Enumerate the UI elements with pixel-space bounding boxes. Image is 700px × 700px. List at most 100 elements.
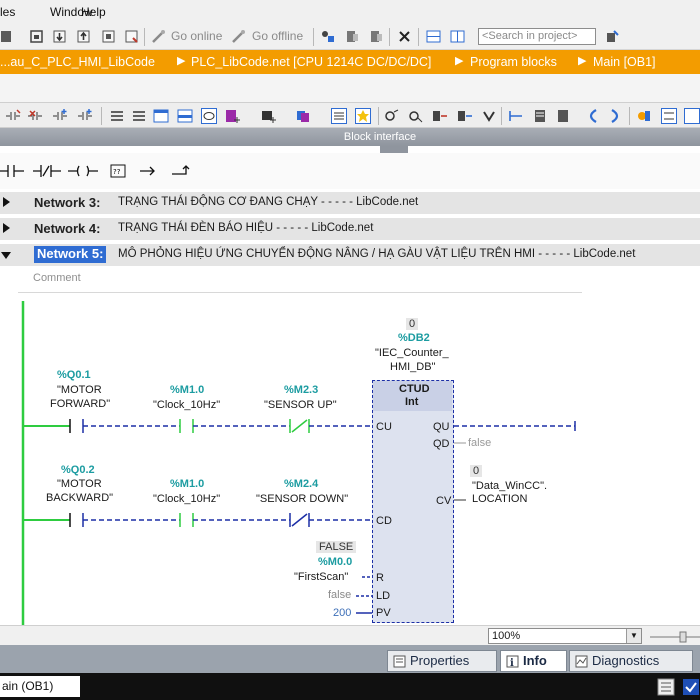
search-input[interactable]: <Search in project> [478,28,596,45]
cv-operand[interactable]: "Data_WinCC". [472,480,547,493]
go-offline-icon[interactable] [231,29,246,44]
network-icon[interactable] [131,108,147,124]
network-3-title: Network 3: [34,195,101,210]
reset-operand[interactable]: "FirstScan" [294,571,348,584]
show-favorites-icon[interactable] [296,108,312,124]
toolbar-separator [101,107,102,125]
chevron-down-icon[interactable]: ▼ [626,629,641,643]
menu-item-help[interactable]: Help [81,5,106,19]
expand-icon[interactable] [3,197,10,207]
empty-box-icon[interactable]: ?? [107,164,129,178]
go-online-button[interactable]: Go online [171,29,222,43]
contact-operand[interactable]: "SENSOR DOWN" [256,493,348,506]
instance-name[interactable]: HMI_DB" [390,361,435,374]
jump-icon[interactable] [331,108,347,124]
contact-operand[interactable]: "MOTOR [57,384,102,397]
close-branch-icon[interactable] [170,164,192,178]
network-comment[interactable]: Comment [33,272,81,284]
breadcrumb-program-blocks[interactable]: Program blocks [470,55,557,69]
go-online-icon[interactable] [151,29,166,44]
load-value[interactable]: false [328,589,351,602]
normally-open-contact-icon[interactable] [0,164,26,178]
bookmark-icon[interactable] [355,108,371,124]
open-all-networks-icon[interactable] [153,108,169,124]
tab-info[interactable]: i Info [500,650,567,672]
normally-closed-contact-icon[interactable] [33,164,63,178]
list-icon[interactable] [109,108,125,124]
contact-operand[interactable]: BACKWARD" [46,492,113,505]
split-vertical-icon[interactable] [450,29,465,44]
go-offline-button[interactable]: Go offline [252,29,303,43]
counter-block[interactable]: CTUD Int CU CD R LD PV QU QD CV [372,380,454,623]
comment-icon[interactable] [201,108,217,124]
update-call-icon[interactable] [555,108,571,124]
network-5-description: MÔ PHỎNG HIỆU ỨNG CHUYỂN ĐỘNG NÂNG / HẠ … [118,248,636,260]
pin-cu: CU [376,421,392,433]
monitor-value-icon[interactable] [408,108,424,124]
compile-icon[interactable] [101,29,116,44]
contact-address: %M1.0 [170,384,205,396]
breadcrumb-main-ob1[interactable]: Main [OB1] [593,55,656,69]
breadcrumb-project[interactable]: ...au_C_PLC_HMI_LibCode [0,55,155,69]
insert-row-icon[interactable] [52,108,68,124]
instance-name[interactable]: "IEC_Counter_ [375,347,449,360]
tab-label: Info [523,653,547,668]
start-cpu-icon[interactable] [369,29,384,44]
modify-value-icon[interactable] [432,108,448,124]
open-branch-icon[interactable] [138,164,160,178]
settings-icon[interactable] [636,108,652,124]
network-4-header[interactable]: Network 4: TRẠNG THÁI ĐÈN BÁO HIỆU - - -… [0,218,700,240]
next-error-icon[interactable] [608,108,624,124]
more-icon[interactable] [684,108,700,124]
check-icon[interactable] [682,678,700,696]
overview-icon[interactable] [657,678,675,696]
tab-properties[interactable]: Properties [387,650,497,672]
breadcrumb-device[interactable]: PLC_LibCode.net [CPU 1214C DC/DC/DC] [191,55,431,69]
start-simulation-icon[interactable] [345,29,360,44]
expand-icon[interactable] [3,223,10,233]
tab-label: Properties [410,653,470,668]
tab-diagnostics[interactable]: Diagnostics [569,650,693,672]
instruction-icon[interactable] [532,108,548,124]
previous-error-icon[interactable] [584,108,600,124]
cv-operand[interactable]: LOCATION [472,493,527,506]
contact-operand[interactable]: "Clock_10Hz" [153,399,220,412]
download-icon[interactable] [52,29,67,44]
upload-icon[interactable] [76,29,91,44]
collapse-icon[interactable] [1,252,11,259]
contact-operand[interactable]: "Clock_10Hz" [153,493,220,506]
delete-network-icon[interactable] [27,108,43,124]
close-all-networks-icon[interactable] [177,108,193,124]
comment-divider [18,292,582,293]
close-x-icon[interactable] [397,29,412,44]
preset-value[interactable]: 200 [333,607,351,620]
network-5-header[interactable]: Network 5: MÔ PHỎNG HIỆU ỨNG CHUYỂN ĐỘNG… [0,244,700,266]
contact-operand[interactable]: "SENSOR UP" [264,399,337,412]
ladder-view-icon[interactable] [661,108,677,124]
contact-operand[interactable]: "MOTOR [57,478,102,491]
network-3-header[interactable]: Network 3: TRẠNG THÁI ĐỘNG CƠ ĐANG CHẠY … [0,192,700,214]
download-block-icon[interactable] [481,108,497,124]
zoom-select[interactable]: 100% ▼ [488,628,642,644]
force-value-icon[interactable] [457,108,473,124]
operand-display-icon[interactable] [260,108,276,124]
monitor-icon[interactable] [384,108,400,124]
insert-network-icon[interactable] [5,108,21,124]
split-horizontal-icon[interactable] [426,29,441,44]
add-row-icon[interactable] [77,108,93,124]
absolute-symbolic-operand-icon[interactable] [224,108,240,124]
device-icon[interactable] [124,29,139,44]
print-icon[interactable] [29,29,44,44]
contact-operand[interactable]: FORWARD" [50,398,110,411]
search-project-icon[interactable] [605,29,620,44]
block-interface-bar[interactable]: Block interface [0,128,700,146]
collapse-grip[interactable] [380,146,408,153]
accessible-devices-icon[interactable] [320,29,335,44]
coil-icon[interactable] [68,164,98,178]
save-icon[interactable] [0,29,15,44]
call-block-icon[interactable] [508,108,524,124]
zoom-slider[interactable] [650,631,700,643]
chevron-right-icon: ▶ [177,55,186,67]
menu-item-tools[interactable]: les [0,5,15,19]
taskbar-main-ob1[interactable]: ain (OB1) [0,676,80,697]
